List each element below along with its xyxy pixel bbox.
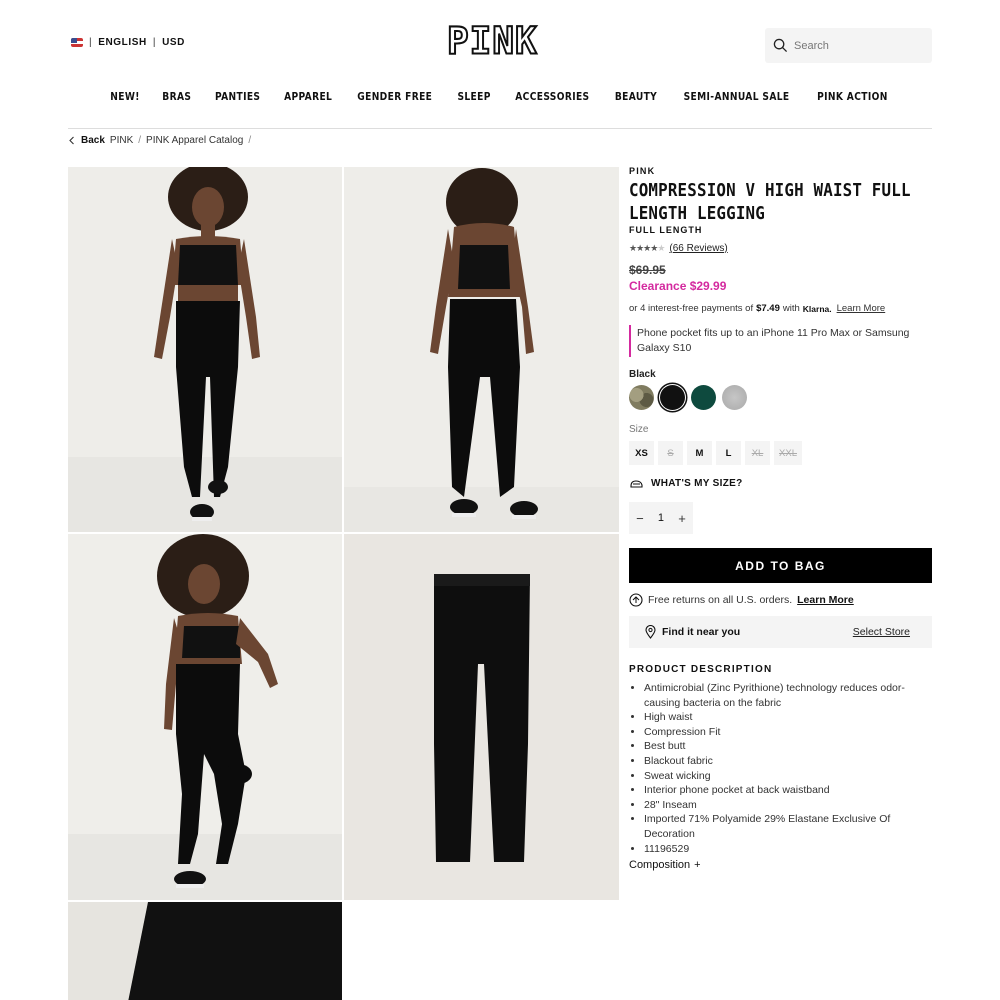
color-swatch-camo[interactable] <box>629 385 654 410</box>
nav-item-apparel[interactable]: APPAREL <box>275 90 342 103</box>
description-item: Antimicrobial (Zinc Pyrithione) technolo… <box>644 681 932 710</box>
description-item: High waist <box>644 710 932 725</box>
gallery-image-closeup[interactable] <box>68 902 342 1000</box>
breadcrumb-item-pink[interactable]: PINK <box>110 135 133 146</box>
gallery-image-pose[interactable] <box>68 534 342 900</box>
size-option-l[interactable]: L <box>716 441 741 465</box>
size-option-xs[interactable]: XS <box>629 441 654 465</box>
nav-item-beauty[interactable]: BEAUTY <box>606 90 667 103</box>
location-pin-icon <box>645 625 656 639</box>
nav-item-semi-annual-sale[interactable]: SEMI-ANNUAL SALE <box>674 90 798 103</box>
original-price: $69.95 <box>629 263 666 277</box>
size-guide-icon <box>630 480 643 488</box>
find-near-you-label: Find it near you <box>662 626 741 638</box>
klarna-prefix: or 4 interest-free payments of <box>629 303 754 314</box>
description-item: Best butt <box>644 739 932 754</box>
description-item: Blackout fabric <box>644 754 932 769</box>
select-store-link[interactable]: Select Store <box>853 626 910 638</box>
currency-label[interactable]: USD <box>162 37 185 48</box>
rating-row: ★★★★★ (66 Reviews) <box>629 243 932 254</box>
store-finder: Find it near you Select Store <box>629 616 932 648</box>
color-swatch-heather-grey[interactable] <box>722 385 747 410</box>
size-option-xxl[interactable]: XXL <box>774 441 802 465</box>
chevron-left-icon[interactable] <box>68 136 76 145</box>
reviews-link[interactable]: (66 Reviews) <box>669 243 727 254</box>
description-item: Sweat wicking <box>644 769 932 784</box>
nav-item-gender-free[interactable]: GENDER FREE <box>349 90 442 103</box>
whats-my-size-label: WHAT'S MY SIZE? <box>651 478 743 489</box>
phone-pocket-note: Phone pocket fits up to an iPhone 11 Pro… <box>629 325 932 357</box>
description-item: 11196529 <box>644 842 932 857</box>
gallery-image-back[interactable] <box>344 167 619 532</box>
klarna-installments: or 4 interest-free payments of $7.49 wit… <box>629 303 932 314</box>
pink-logo[interactable]: PINK <box>446 22 538 62</box>
color-swatch-black[interactable] <box>660 385 685 410</box>
size-option-xl[interactable]: XL <box>745 441 770 465</box>
klarna-amount: $7.49 <box>756 303 780 314</box>
returns-learn-more[interactable]: Learn More <box>797 594 854 606</box>
plus-icon: + <box>694 859 701 872</box>
star-icon: ★ <box>657 243 665 253</box>
gallery-image-front[interactable] <box>68 167 342 532</box>
breadcrumb: Back PINK / PINK Apparel Catalog / <box>68 135 251 146</box>
nav-item-accessories[interactable]: ACCESSORIES <box>506 90 599 103</box>
selected-color-label: Black <box>629 369 656 380</box>
breadcrumb-item-catalog[interactable]: PINK Apparel Catalog <box>146 135 243 146</box>
free-returns-row: Free returns on all U.S. orders. Learn M… <box>629 593 932 607</box>
search-box[interactable] <box>765 28 932 63</box>
language-label[interactable]: ENGLISH <box>98 37 147 48</box>
back-link[interactable]: Back <box>81 135 105 146</box>
composition-toggle[interactable]: Composition + <box>629 859 932 871</box>
size-option-s[interactable]: S <box>658 441 683 465</box>
decrement-button[interactable]: − <box>636 511 644 526</box>
description-item: Compression Fit <box>644 725 932 740</box>
breadcrumb-separator: / <box>248 135 252 146</box>
description-item: Interior phone pocket at back waistband <box>644 783 932 798</box>
klarna-with: with <box>782 303 800 314</box>
nav-item-sleep[interactable]: SLEEP <box>448 90 500 103</box>
klarna-logo: Klarna. <box>802 303 832 314</box>
product-title: COMPRESSION V HIGH WAIST FULL LENGTH LEG… <box>629 180 911 224</box>
sale-price: Clearance $29.99 <box>629 279 727 293</box>
composition-label: Composition <box>629 859 691 872</box>
description-item: Imported 71% Polyamide 29% Elastane Excl… <box>644 812 932 841</box>
product-info-panel: PINK COMPRESSION V HIGH WAIST FULL LENGT… <box>629 166 932 871</box>
product-brand: PINK <box>629 166 656 176</box>
search-icon <box>773 38 788 53</box>
size-label: Size <box>629 424 649 435</box>
nav-divider <box>68 128 932 129</box>
breadcrumb-separator: / <box>138 135 142 146</box>
nav-item-new[interactable]: NEW! <box>101 90 149 103</box>
product-description-heading: PRODUCT DESCRIPTION <box>629 664 773 675</box>
add-to-bag-button[interactable]: ADD TO BAG <box>629 548 932 583</box>
product-subtitle: FULL LENGTH <box>629 225 703 235</box>
gallery-image-flatlay[interactable] <box>344 534 619 900</box>
quantity-stepper: − 1 + <box>629 502 693 534</box>
nav-item-bras[interactable]: BRAS <box>153 90 200 103</box>
returns-icon <box>629 593 643 607</box>
divider: | <box>152 37 157 48</box>
whats-my-size-link[interactable]: WHAT'S MY SIZE? <box>629 478 932 489</box>
locale-selector[interactable]: | ENGLISH | USD <box>71 37 185 48</box>
klarna-learn-more[interactable]: Learn More <box>837 303 886 314</box>
size-option-m[interactable]: M <box>687 441 712 465</box>
description-item: 28" Inseam <box>644 798 932 813</box>
product-description-list: Antimicrobial (Zinc Pyrithione) technolo… <box>629 681 932 856</box>
returns-text: Free returns on all U.S. orders. <box>648 594 793 606</box>
quantity-value: 1 <box>657 512 665 524</box>
main-nav: NEW! BRAS PANTIES APPAREL GENDER FREE SLEEP AC… <box>0 90 1000 103</box>
divider: | <box>89 37 93 48</box>
color-swatch-green[interactable] <box>691 385 716 410</box>
search-input[interactable] <box>794 39 914 52</box>
us-flag-icon <box>71 38 83 47</box>
nav-item-panties[interactable]: PANTIES <box>206 90 270 103</box>
star-rating: ★★★★★ <box>629 243 665 254</box>
nav-item-pink-action[interactable]: PINK ACTION <box>808 90 897 103</box>
increment-button[interactable]: + <box>678 511 686 526</box>
size-options: XS S M L XL XXL <box>629 441 932 465</box>
color-swatches <box>629 385 932 410</box>
